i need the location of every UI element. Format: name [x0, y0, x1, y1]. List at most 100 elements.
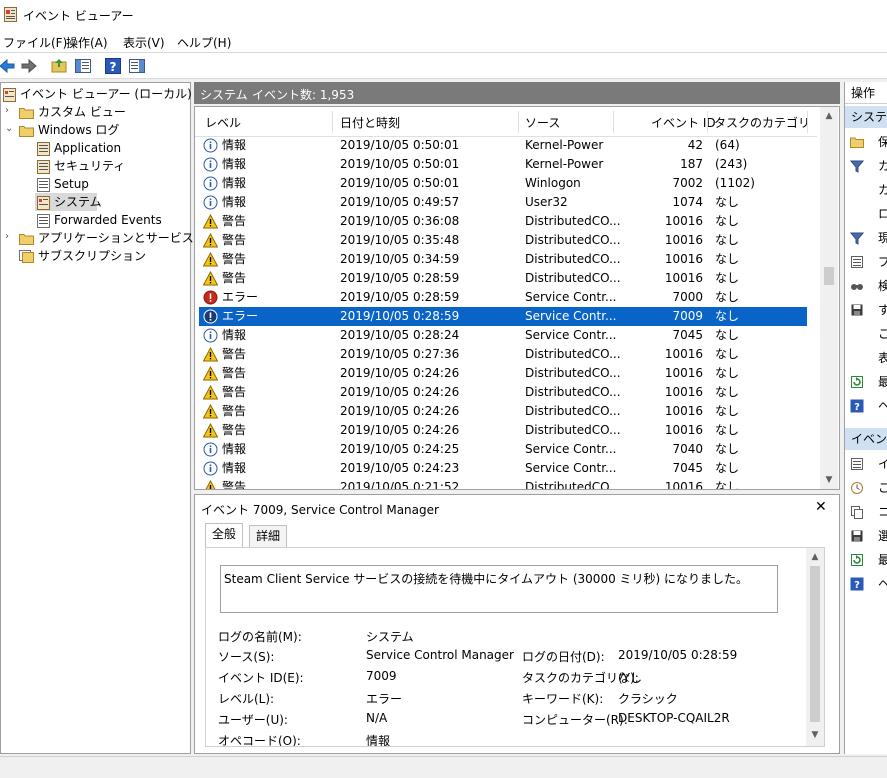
logged-label: ログの日付(D):: [522, 650, 605, 664]
logged-value: 2019/10/05 0:28:59: [618, 648, 738, 662]
tree-forwarded-events[interactable]: Forwarded Events: [37, 211, 162, 229]
action-item[interactable]: 現: [845, 228, 887, 248]
scroll-up-arrow-icon[interactable]: ▲: [821, 111, 837, 121]
event-row[interactable]: 警告 2019/10/05 0:24:26 DistributedCO... 1001…: [199, 402, 807, 421]
event-row[interactable]: 情報 2019/10/05 0:50:01 Kernel-Power 42 (64): [199, 136, 807, 155]
tab-details[interactable]: 詳細: [249, 525, 288, 547]
action-item[interactable]: す: [845, 300, 887, 320]
event-row[interactable]: 警告 2019/10/05 0:24:26 DistributedCO... 1001…: [199, 364, 807, 383]
chevron-down-icon[interactable]: ⌄: [5, 123, 13, 134]
event-row[interactable]: 警告 2019/10/05 0:24:26 DistributedCO... 1001…: [199, 383, 807, 402]
event-row[interactable]: 警告 2019/10/05 0:28:59 DistributedCO... 1001…: [199, 269, 807, 288]
event-level: 警告: [222, 214, 247, 228]
tree-system[interactable]: システム: [35, 193, 102, 211]
refresh-icon: [851, 376, 863, 388]
back-arrow-icon[interactable]: [0, 57, 16, 75]
event-row[interactable]: 情報 2019/10/05 0:50:01 Kernel-Power 187 (243): [199, 155, 807, 174]
chevron-right-icon[interactable]: ›: [5, 231, 9, 242]
tree-security[interactable]: セキュリティ: [37, 157, 125, 175]
column-source[interactable]: ソース: [525, 114, 560, 131]
up-folder-icon[interactable]: [50, 57, 68, 75]
action-item[interactable]: 選: [845, 526, 887, 546]
event-date: 2019/10/05 0:35:48: [340, 233, 460, 247]
action-item[interactable]: コ: [845, 502, 887, 522]
action-item[interactable]: カ: [845, 180, 887, 200]
chevron-right-icon[interactable]: ›: [5, 105, 9, 116]
menu-action[interactable]: 操作(A): [66, 34, 108, 51]
action-item[interactable]: 表: [845, 348, 887, 368]
error-icon: [203, 309, 218, 324]
action-item-label: 検: [878, 276, 887, 296]
column-category[interactable]: タスクのカテゴリ: [714, 114, 810, 131]
event-row[interactable]: 警告 2019/10/05 0:36:08 DistributedCO... 1001…: [199, 212, 807, 231]
actions-section-system[interactable]: システム: [845, 106, 887, 128]
tree-setup[interactable]: Setup: [37, 175, 89, 193]
action-item[interactable]: ?ヘ: [845, 574, 887, 594]
tree-subscriptions[interactable]: サブスクリプション: [19, 247, 146, 265]
log-name-value: システム: [366, 630, 414, 644]
scroll-thumb[interactable]: [824, 267, 834, 285]
action-item-label: 現: [878, 228, 887, 248]
log-icon: [37, 195, 50, 210]
column-date[interactable]: 日付と時刻: [340, 114, 400, 131]
event-row[interactable]: 警告 2019/10/05 0:35:48 DistributedCO... 1001…: [199, 231, 807, 250]
menu-view[interactable]: 表示(V): [123, 34, 165, 51]
action-item[interactable]: カ: [845, 156, 887, 176]
event-date: 2019/10/05 0:24:26: [340, 423, 460, 437]
help-icon[interactable]: ?: [104, 57, 122, 75]
column-level[interactable]: レベル: [205, 114, 241, 131]
scroll-down-arrow-icon[interactable]: ▼: [821, 475, 837, 485]
details-scrollbar[interactable]: ▲ ▼: [806, 548, 824, 746]
event-row[interactable]: 警告 2019/10/05 0:21:52 DistributedCO... 1001…: [199, 478, 807, 489]
forward-arrow-icon[interactable]: [20, 57, 38, 75]
event-level: 警告: [222, 252, 247, 266]
event-list-scrollbar[interactable]: ▲ ▼: [820, 107, 838, 489]
tree-application[interactable]: Application: [37, 139, 121, 157]
action-item[interactable]: ロ: [845, 204, 887, 224]
event-category: なし: [715, 309, 740, 323]
log-name-label: ログの名前(M):: [218, 630, 302, 644]
event-row[interactable]: エラー 2019/10/05 0:28:59 Service Contr... 700…: [199, 288, 807, 307]
scroll-thumb[interactable]: [810, 566, 820, 722]
action-item[interactable]: 検: [845, 276, 887, 296]
action-item[interactable]: こ: [845, 478, 887, 498]
event-row[interactable]: 情報 2019/10/05 0:28:24 Service Contr... 7045…: [199, 326, 807, 345]
event-row[interactable]: 情報 2019/10/05 0:24:25 Service Contr... 7040…: [199, 440, 807, 459]
event-row[interactable]: 情報 2019/10/05 0:49:57 User32 1074 なし: [199, 193, 807, 212]
action-item[interactable]: 最: [845, 372, 887, 392]
tab-general[interactable]: 全般: [205, 523, 244, 547]
event-row[interactable]: 情報 2019/10/05 0:50:01 Winlogon 7002 (1102): [199, 174, 807, 193]
event-row[interactable]: 警告 2019/10/05 0:34:59 DistributedCO... 1001…: [199, 250, 807, 269]
warning-icon: [203, 404, 218, 419]
actions-section-event[interactable]: イベント: [845, 428, 887, 450]
scroll-up-arrow-icon[interactable]: ▲: [807, 552, 823, 562]
close-icon[interactable]: ✕: [815, 499, 827, 515]
column-header: レベル 日付と時刻 ソース イベント ID タスクのカテゴリ: [195, 107, 817, 137]
column-event-id[interactable]: イベント ID: [651, 114, 716, 131]
event-level: 情報: [222, 157, 247, 171]
event-date: 2019/10/05 0:50:01: [340, 157, 460, 171]
event-row[interactable]: 警告 2019/10/05 0:27:36 DistributedCO... 1001…: [199, 345, 807, 364]
action-item[interactable]: こ: [845, 324, 887, 344]
action-item[interactable]: イ: [845, 454, 887, 474]
event-row[interactable]: 情報 2019/10/05 0:24:23 Service Contr... 7045…: [199, 459, 807, 478]
event-source: Service Contr...: [525, 290, 617, 304]
show-hide-action-pane-icon[interactable]: [128, 57, 146, 75]
menu-file[interactable]: ファイル(F): [3, 34, 67, 51]
svg-text:?: ?: [854, 580, 860, 591]
tree-root[interactable]: イベント ビューアー (ローカル): [3, 85, 192, 103]
tree-custom-views[interactable]: カスタム ビュー: [19, 103, 126, 121]
action-item[interactable]: プ: [845, 252, 887, 272]
show-hide-tree-icon[interactable]: [74, 57, 92, 75]
scroll-down-arrow-icon[interactable]: ▼: [807, 730, 823, 740]
action-item[interactable]: ?ヘ: [845, 396, 887, 416]
menu-help[interactable]: ヘルプ(H): [177, 34, 231, 51]
tree-windows-logs[interactable]: Windows ログ: [19, 121, 119, 139]
event-row[interactable]: 警告 2019/10/05 0:24:26 DistributedCO... 1001…: [199, 421, 807, 440]
event-id: 7045: [672, 328, 703, 342]
event-row[interactable]: エラー 2019/10/05 0:28:59 Service Contr... 700…: [199, 307, 807, 326]
action-item[interactable]: 最: [845, 550, 887, 570]
event-category: なし: [715, 404, 740, 418]
tree-apps-services[interactable]: アプリケーションとサービス ログ: [19, 229, 222, 247]
action-item[interactable]: 保: [845, 132, 887, 152]
